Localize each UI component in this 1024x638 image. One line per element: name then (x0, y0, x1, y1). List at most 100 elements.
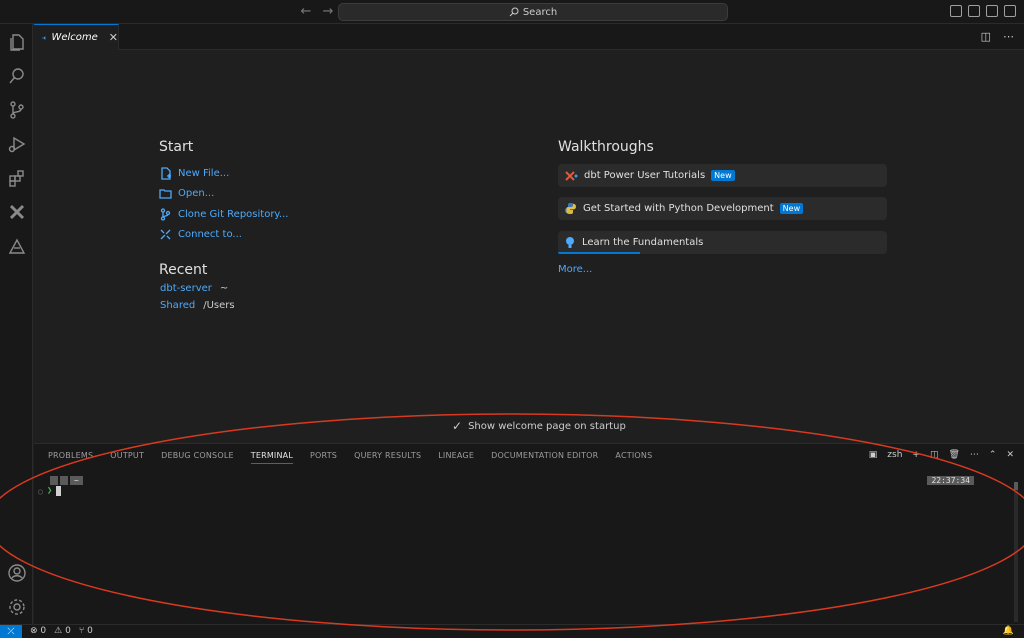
more-actions-icon[interactable]: ⋯ (1003, 30, 1014, 43)
panel-actions: ▣ zsh + ◫ 🗑 ⋯ ⌃ ✕ (869, 450, 1014, 460)
problems-status[interactable]: ⊗ 0 ⚠ 0 ⑂ 0 (30, 626, 93, 636)
clone-git-repository-label: Clone Git Repository... (178, 208, 289, 220)
walkthrough-python[interactable]: Get Started with Python Development New (558, 197, 887, 220)
checkmark-icon: ✓ (452, 419, 463, 433)
editor-tab-bar: Welcome ✕ ◫ ⋯ (34, 24, 1024, 50)
title-bar: ← → Search (0, 0, 1024, 24)
settings-gear-icon[interactable] (6, 596, 28, 618)
panel-tab-debug-console[interactable]: DEBUG CONSOLE (161, 451, 234, 464)
walkthrough-label: Learn the Fundamentals (582, 237, 704, 248)
panel-tab-lineage[interactable]: LINEAGE (438, 451, 474, 464)
search-icon (509, 7, 519, 17)
new-file-label: New File... (178, 167, 230, 179)
bottom-panel: PROBLEMS OUTPUT DEBUG CONSOLE TERMINAL PORTS… (34, 443, 1024, 624)
explorer-icon[interactable] (6, 31, 28, 53)
source-control-icon[interactable] (6, 99, 28, 121)
tab-label: Welcome (51, 32, 98, 43)
panel-tab-ports[interactable]: PORTS (310, 451, 337, 464)
status-bar: ⤫ ⊗ 0 ⚠ 0 ⑂ 0 🔔 (0, 624, 1024, 638)
terminal-time: 22:37:34 (927, 476, 974, 485)
show-on-startup-label: Show welcome page on startup (468, 420, 626, 432)
search-placeholder: Search (522, 6, 558, 18)
clone-git-repository-link[interactable]: Clone Git Repository... (159, 204, 288, 225)
close-panel-icon[interactable]: ✕ (1006, 450, 1014, 460)
walkthrough-progress-bar (558, 252, 641, 254)
folder-icon (159, 189, 172, 199)
terminal-input-line[interactable]: ○ ❯ (38, 486, 62, 496)
python-icon (565, 203, 576, 214)
terminal-prompt-segments: ~ (50, 476, 83, 485)
command-decoration-icon: ○ (38, 486, 43, 496)
new-badge: New (779, 203, 804, 214)
terminal-cursor (56, 486, 62, 496)
recent-item[interactable]: Shared /Users (160, 300, 235, 317)
more-walkthroughs-link[interactable]: More... (558, 264, 592, 275)
recent-item-name[interactable]: Shared (160, 300, 195, 317)
lightbulb-icon (566, 237, 574, 248)
tab-welcome[interactable]: Welcome ✕ (34, 24, 119, 50)
walkthrough-learn-fundamentals[interactable]: Learn the Fundamentals (558, 231, 887, 254)
recent-list: dbt-server ~ Shared /Users (160, 283, 235, 317)
welcome-page: Start New File... Open... Clone Git Repo… (34, 50, 1024, 443)
open-link[interactable]: Open... (159, 184, 288, 205)
navigation-arrows: ← → (298, 4, 336, 19)
customize-layout-icon[interactable] (1004, 5, 1016, 17)
toggle-secondary-sidebar-icon[interactable] (986, 5, 998, 17)
walkthrough-label: dbt Power User Tutorials (584, 170, 706, 181)
panel-tab-query-results[interactable]: QUERY RESULTS (354, 451, 421, 464)
remote-indicator-icon[interactable]: ⤫ (0, 625, 22, 638)
dbt-icon[interactable] (6, 201, 28, 223)
warnings-count: ⚠ 0 (54, 626, 71, 636)
kill-terminal-icon[interactable]: 🗑 (948, 450, 959, 460)
activity-bar (0, 24, 33, 624)
toggle-primary-sidebar-icon[interactable] (950, 5, 962, 17)
panel-tab-terminal[interactable]: TERMINAL (250, 451, 294, 464)
start-list: New File... Open... Clone Git Repository… (159, 163, 288, 245)
new-terminal-icon[interactable]: + (912, 450, 920, 460)
panel-tab-actions[interactable]: ACTIONS (615, 451, 652, 464)
prompt-segment (60, 476, 68, 485)
new-badge: New (711, 170, 735, 181)
errors-count: ⊗ 0 (30, 626, 47, 636)
extensions-icon[interactable] (6, 167, 28, 189)
more-actions-icon[interactable]: ⋯ (970, 450, 979, 460)
recent-item[interactable]: dbt-server ~ (160, 283, 235, 300)
connect-to-label: Connect to... (178, 229, 242, 241)
terminal-scrollbar[interactable] (1014, 482, 1018, 622)
walkthroughs-heading: Walkthroughs (558, 139, 654, 155)
toggle-panel-icon[interactable] (968, 5, 980, 17)
panel-tab-problems[interactable]: PROBLEMS (48, 451, 93, 464)
split-terminal-icon[interactable]: ◫ (930, 450, 939, 460)
command-center-search[interactable]: Search (338, 3, 728, 21)
show-on-startup-checkbox[interactable]: ✓ Show welcome page on startup (452, 419, 626, 433)
search-view-icon[interactable] (6, 65, 28, 87)
notifications-bell-icon[interactable]: 🔔 (1003, 626, 1014, 636)
forward-arrow-icon[interactable]: → (320, 4, 336, 19)
connect-to-link[interactable]: Connect to... (159, 225, 288, 246)
panel-tab-output[interactable]: OUTPUT (110, 451, 144, 464)
recent-item-path: ~ (219, 283, 229, 294)
source-control-icon (160, 208, 171, 221)
tab-close-icon[interactable]: ✕ (109, 31, 118, 44)
start-heading: Start (159, 139, 194, 155)
altimate-icon[interactable] (6, 235, 28, 257)
recent-item-path: /Users (203, 300, 235, 311)
recent-item-name[interactable]: dbt-server (160, 283, 212, 300)
editor-actions: ◫ ⋯ (981, 30, 1014, 43)
panel-tab-documentation-editor[interactable]: DOCUMENTATION EDITOR (491, 451, 598, 464)
split-editor-icon[interactable]: ◫ (981, 30, 991, 43)
account-icon[interactable] (6, 562, 28, 584)
new-file-link[interactable]: New File... (159, 163, 288, 184)
prompt-segment (50, 476, 58, 485)
terminal-shell-name[interactable]: zsh (887, 450, 902, 460)
open-label: Open... (178, 188, 215, 200)
terminal-shell-icon: ▣ (868, 450, 878, 460)
new-file-icon (161, 167, 171, 180)
maximize-panel-icon[interactable]: ⌃ (989, 450, 997, 460)
walkthrough-dbt-power-user[interactable]: dbt Power User Tutorials New (558, 164, 887, 187)
layout-controls (950, 5, 1016, 17)
run-debug-icon[interactable] (6, 133, 28, 155)
back-arrow-icon[interactable]: ← (298, 4, 314, 19)
recent-heading: Recent (159, 262, 208, 278)
vscode-logo-icon (42, 35, 46, 40)
